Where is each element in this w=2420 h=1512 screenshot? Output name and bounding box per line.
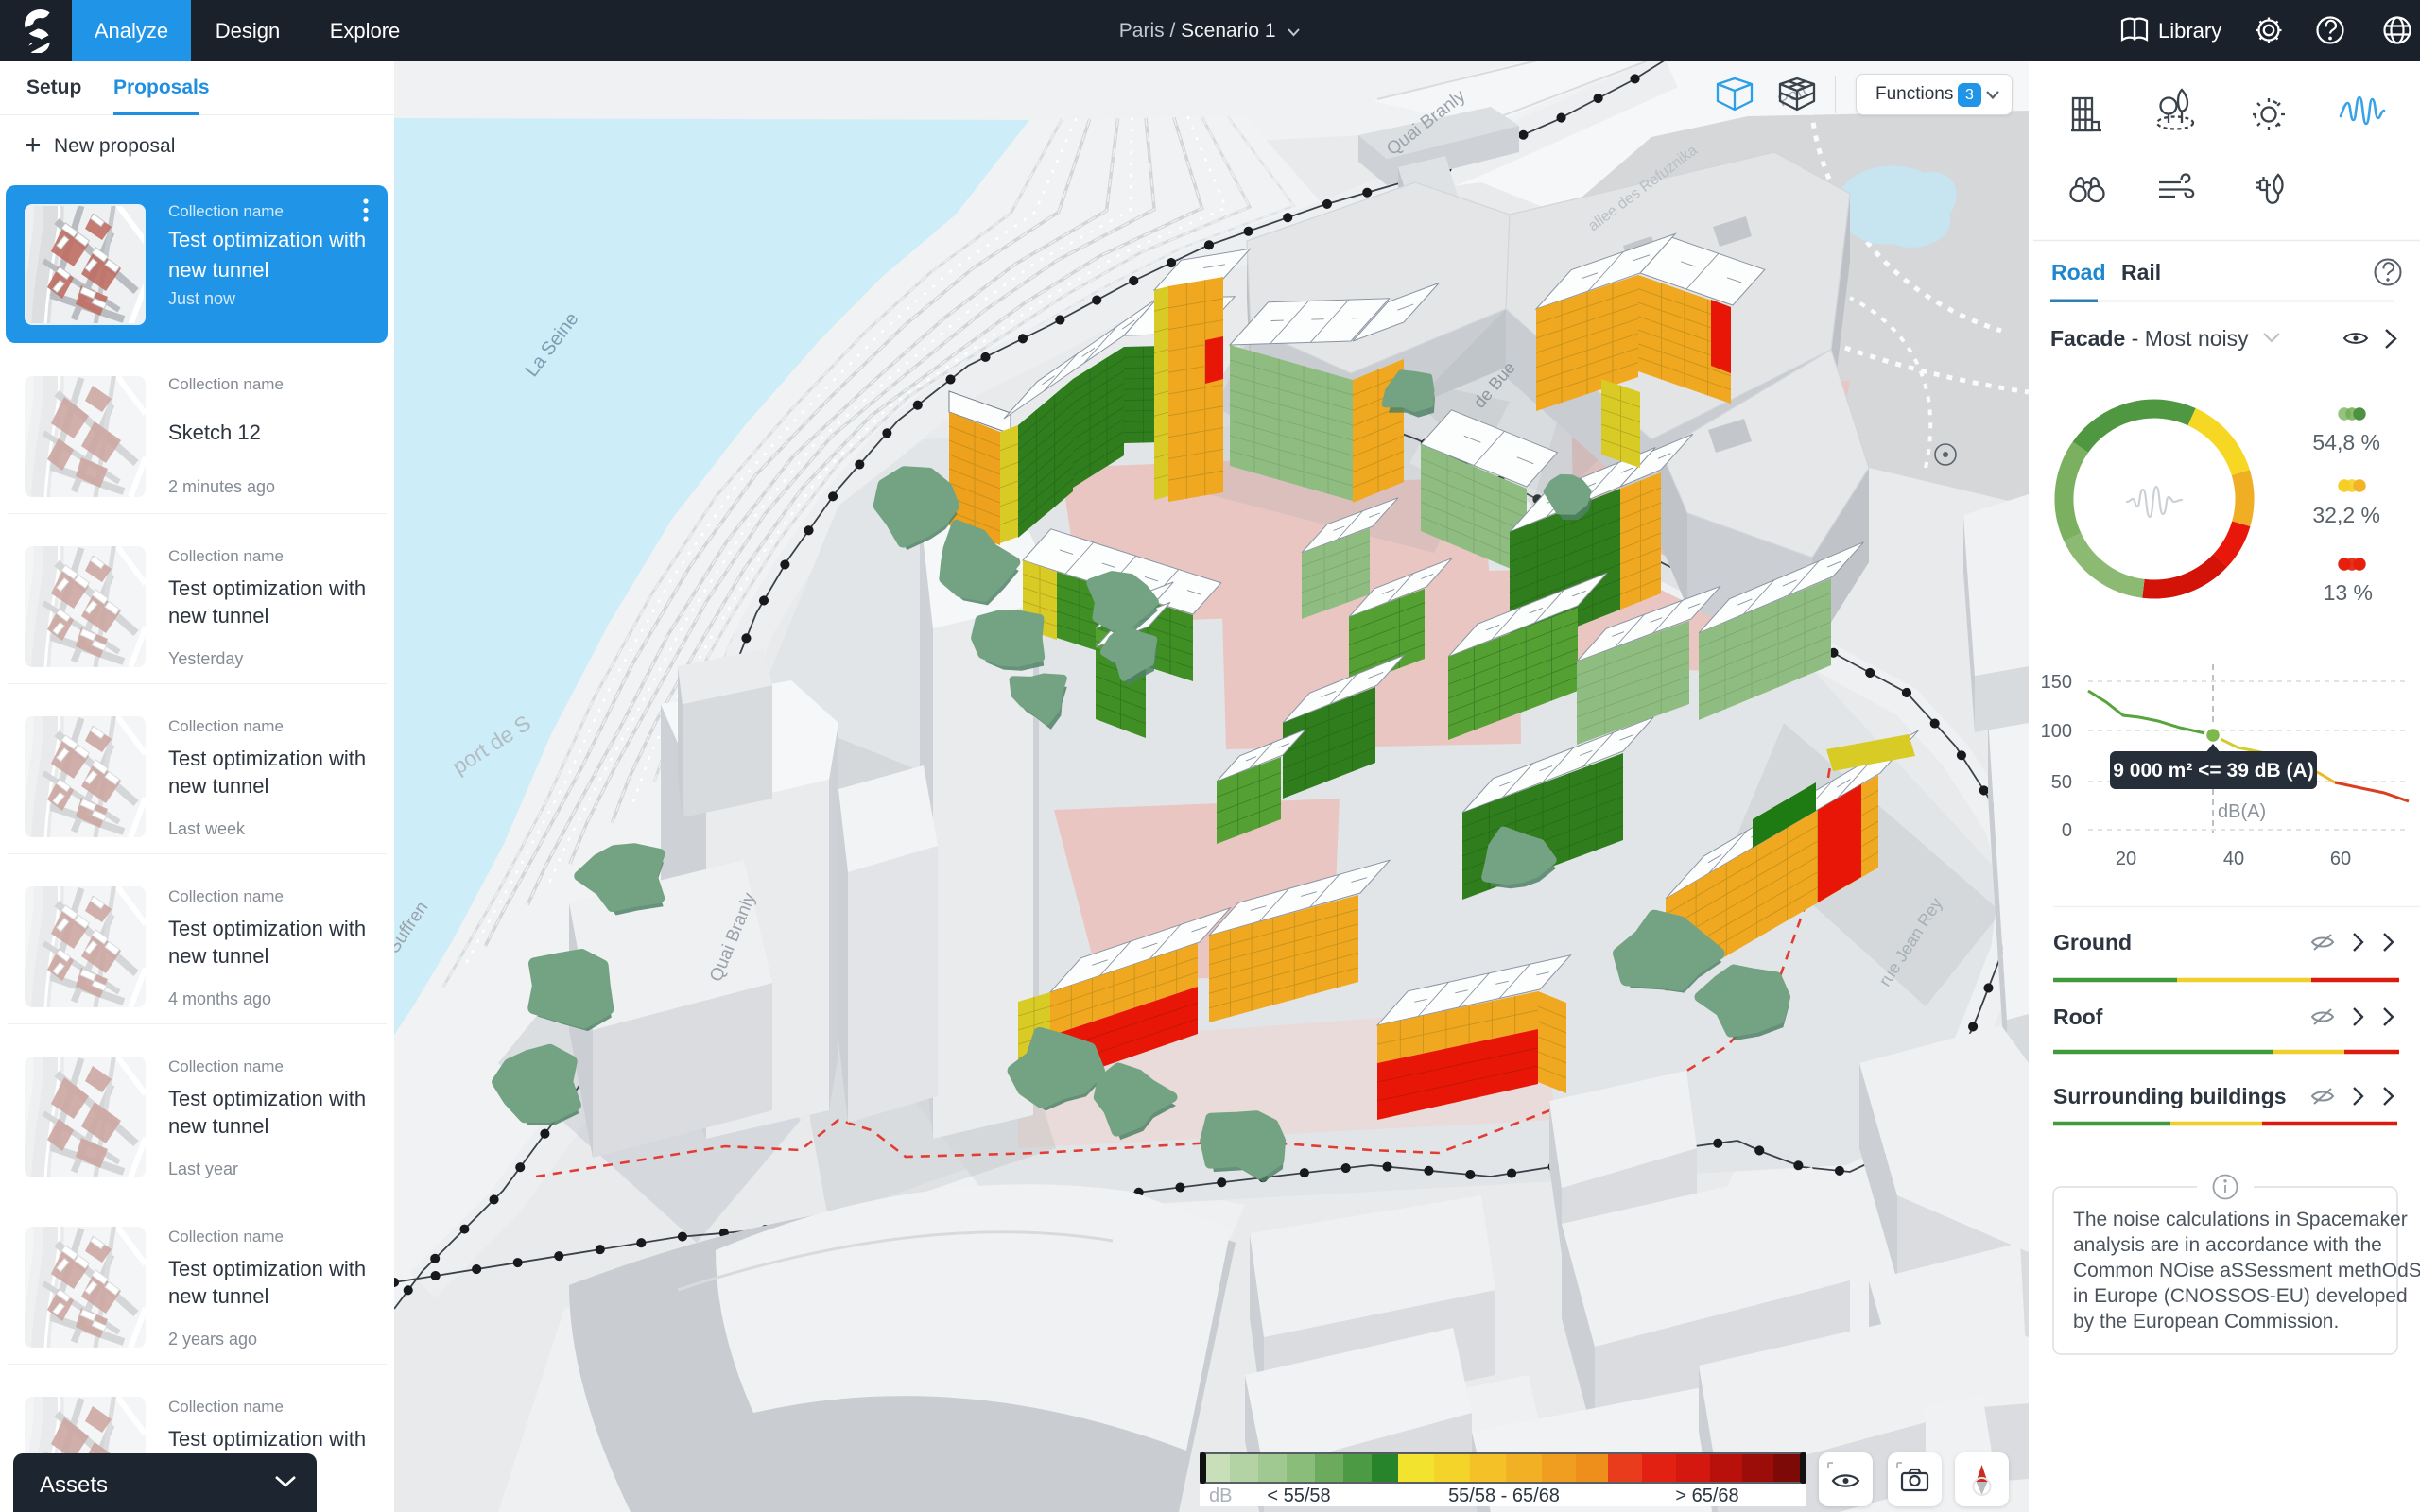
svg-text:in Europe (CNOSSOS-EU) develop: in Europe (CNOSSOS-EU) developed bbox=[2073, 1285, 2408, 1307]
svg-text:50: 50 bbox=[2051, 772, 2072, 793]
svg-text:dB(A): dB(A) bbox=[2218, 801, 2266, 822]
svg-text:9 000 m² <= 39 dB (A): 9 000 m² <= 39 dB (A) bbox=[2113, 760, 2313, 782]
svg-text:150: 150 bbox=[2041, 672, 2072, 693]
svg-text:dB: dB bbox=[1209, 1486, 1232, 1506]
svg-text:Facade - Most noisy: Facade - Most noisy bbox=[2050, 326, 2249, 351]
svg-text:13 %: 13 % bbox=[2324, 580, 2373, 605]
svg-text:Roof: Roof bbox=[2053, 1005, 2103, 1029]
svg-text:100: 100 bbox=[2041, 721, 2072, 742]
svg-text:40: 40 bbox=[2223, 849, 2244, 869]
svg-text:Ground: Ground bbox=[2053, 930, 2132, 954]
svg-text:analysis are in accordance wit: analysis are in accordance with the bbox=[2073, 1234, 2382, 1256]
svg-text:< 55/58: < 55/58 bbox=[1267, 1486, 1330, 1506]
svg-text:The noise calculations in Spac: The noise calculations in Spacemaker bbox=[2073, 1209, 2408, 1230]
svg-text:20: 20 bbox=[2116, 849, 2136, 869]
svg-text:0: 0 bbox=[2062, 820, 2072, 841]
svg-text:by the European Commission.: by the European Commission. bbox=[2073, 1311, 2339, 1332]
svg-text:54,8 %: 54,8 % bbox=[2312, 430, 2380, 455]
svg-text:60: 60 bbox=[2330, 849, 2351, 869]
svg-text:Common NOise aSSessment methOd: Common NOise aSSessment methOdS bbox=[2073, 1260, 2420, 1281]
svg-text:Library: Library bbox=[2158, 19, 2221, 43]
svg-text:32,2 %: 32,2 % bbox=[2312, 503, 2380, 527]
svg-text:> 65/68: > 65/68 bbox=[1675, 1486, 1738, 1506]
svg-text:Surrounding buildings: Surrounding buildings bbox=[2053, 1084, 2287, 1108]
svg-text:55/58 - 65/68: 55/58 - 65/68 bbox=[1448, 1486, 1560, 1506]
svg-text:Rail: Rail bbox=[2121, 260, 2161, 284]
svg-text:Road: Road bbox=[2051, 260, 2106, 284]
